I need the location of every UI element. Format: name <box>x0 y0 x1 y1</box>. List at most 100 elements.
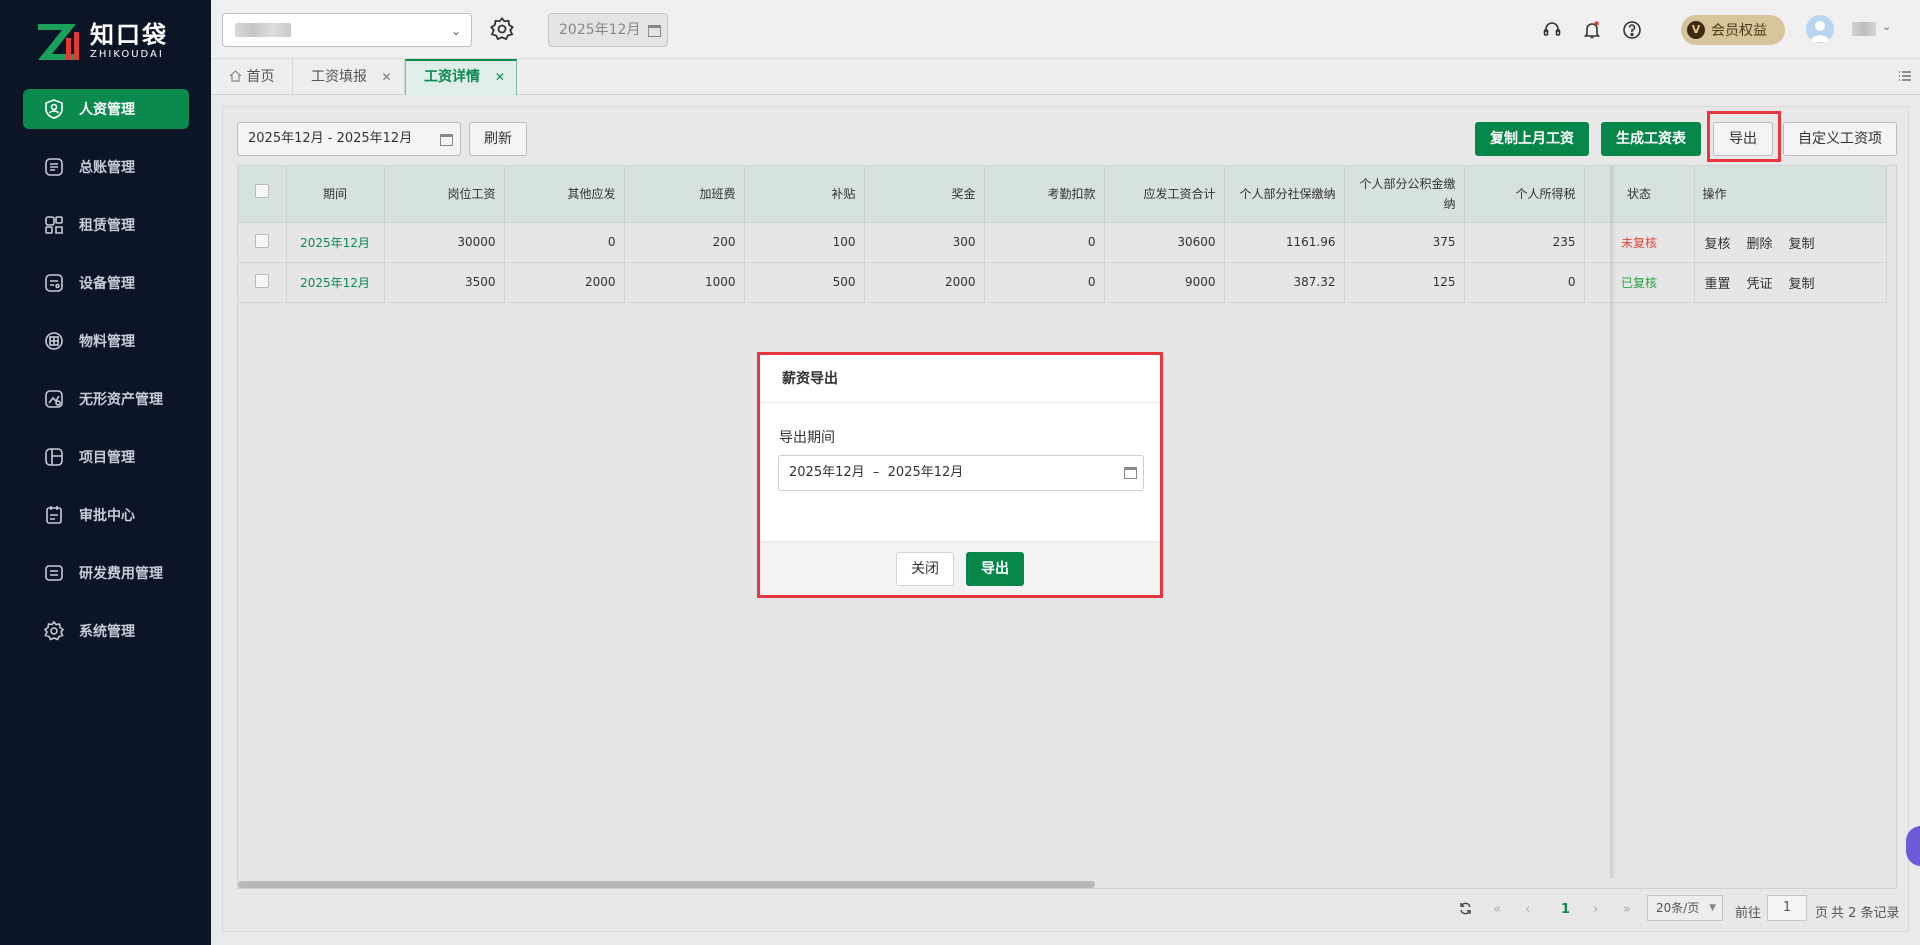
sidebar-item-project[interactable]: 项目管理 <box>23 437 189 477</box>
lease-icon <box>43 214 65 236</box>
sidebar-item-material[interactable]: 物料管理 <box>23 321 189 361</box>
column-header[interactable]: 应发工资合计 <box>1104 166 1225 223</box>
page-unit-label: 页 <box>1815 906 1829 921</box>
headset-icon[interactable] <box>1541 19 1563 41</box>
chevron-down-icon[interactable]: ⌄ <box>1882 20 1891 33</box>
bell-icon[interactable] <box>1581 19 1603 41</box>
tab-payroll-entry[interactable]: 工资填报 ✕ <box>293 59 405 95</box>
column-header[interactable]: 期间 <box>286 166 385 223</box>
list-menu-icon[interactable] <box>1898 69 1912 83</box>
first-page-icon[interactable]: « <box>1493 902 1501 917</box>
period-picker[interactable]: 2025年12月 <box>548 13 668 47</box>
device-icon <box>43 272 65 294</box>
column-header[interactable]: 其他应发 <box>504 166 625 223</box>
gross-total-cell: 30600 <box>1104 222 1225 263</box>
subsidy-cell: 100 <box>744 222 865 263</box>
copy-link[interactable]: 复制 <box>1789 237 1815 252</box>
sidebar-item-intangible[interactable]: 无形资产管理 <box>23 379 189 419</box>
sidebar-item-ledger[interactable]: 总账管理 <box>23 147 189 187</box>
column-header[interactable]: 状态 <box>1584 166 1695 223</box>
horizontal-scrollbar[interactable] <box>238 881 1095 888</box>
select-all-checkbox[interactable] <box>238 166 287 223</box>
export-period-input[interactable]: 2025年12月 – 2025年12月 <box>778 455 1144 491</box>
caret-down-icon: ▼ <box>1709 903 1716 913</box>
help-icon[interactable] <box>1621 19 1643 41</box>
settings-icon <box>43 620 65 642</box>
refresh-icon[interactable] <box>1459 902 1472 919</box>
copy-link[interactable]: 复制 <box>1789 277 1815 292</box>
sidebar-item-hr[interactable]: 人资管理 <box>23 89 189 129</box>
column-header[interactable]: 个人部分社保缴纳 <box>1224 166 1345 223</box>
confirm-export-button[interactable]: 导出 <box>966 552 1024 586</box>
column-header[interactable]: 个人所得税 <box>1464 166 1585 223</box>
approval-icon <box>43 504 65 526</box>
copy-last-month-button[interactable]: 复制上月工资 <box>1475 122 1589 156</box>
sidebar-item-device[interactable]: 设备管理 <box>23 263 189 303</box>
period-value: 2025年12月 <box>559 22 641 38</box>
sidebar-item-system[interactable]: 系统管理 <box>23 611 189 651</box>
table-header-row: 期间 岗位工资 其他应发 加班费 补贴 奖金 考勤扣款 应发工资合计 个人部分社… <box>238 166 1887 223</box>
sidebar-item-approval[interactable]: 审批中心 <box>23 495 189 535</box>
generate-payroll-button[interactable]: 生成工资表 <box>1601 122 1701 156</box>
column-header[interactable]: 个人部分公积金缴纳 <box>1344 166 1465 223</box>
calendar-icon <box>1124 467 1137 479</box>
date-range-input[interactable]: 2025年12月 - 2025年12月 <box>237 122 461 156</box>
column-header[interactable]: 奖金 <box>864 166 985 223</box>
column-header[interactable]: 岗位工资 <box>384 166 505 223</box>
prev-page-icon[interactable]: ‹ <box>1525 902 1530 917</box>
status-badge: 已复核 <box>1584 262 1695 303</box>
custom-items-button[interactable]: 自定义工资项 <box>1783 122 1897 156</box>
calendar-icon <box>440 134 453 146</box>
voucher-link[interactable]: 凭证 <box>1747 277 1773 292</box>
tab-label: 工资填报 <box>311 69 367 85</box>
sidebar-item-rd-expense[interactable]: 研发费用管理 <box>23 553 189 593</box>
user-name-redacted <box>1852 22 1876 36</box>
member-benefits-button[interactable]: V 会员权益 <box>1681 15 1785 45</box>
sidebar-item-label: 系统管理 <box>79 624 135 640</box>
goto-page-input[interactable]: 1 <box>1767 895 1807 921</box>
material-icon <box>43 330 65 352</box>
company-select[interactable]: ⌄ <box>222 13 472 47</box>
close-button[interactable]: 关闭 <box>896 552 954 586</box>
housing-fund-cell: 375 <box>1344 222 1465 263</box>
overtime-cell: 1000 <box>624 262 745 303</box>
rd-expense-icon <box>43 562 65 584</box>
export-period-label: 导出期间 <box>779 430 835 446</box>
dialog-footer: 关闭 导出 <box>760 541 1160 595</box>
next-page-icon[interactable]: › <box>1593 902 1598 917</box>
total-records: 共 2 条记录 <box>1831 906 1900 921</box>
row-checkbox[interactable] <box>238 222 287 263</box>
delete-link[interactable]: 删除 <box>1747 237 1773 252</box>
sidebar-item-lease[interactable]: 租赁管理 <box>23 205 189 245</box>
period-cell[interactable]: 2025年12月 <box>286 262 385 303</box>
attendance-deduction-cell: 0 <box>984 262 1105 303</box>
column-header[interactable]: 补贴 <box>744 166 865 223</box>
period-cell[interactable]: 2025年12月 <box>286 222 385 263</box>
close-icon[interactable]: ✕ <box>495 70 505 84</box>
row-checkbox[interactable] <box>238 262 287 303</box>
chat-widget-icon[interactable] <box>1906 826 1920 866</box>
sidebar-item-label: 无形资产管理 <box>79 392 163 408</box>
last-page-icon[interactable]: » <box>1623 902 1631 917</box>
page-size-select[interactable]: 20条/页 ▼ <box>1647 895 1723 921</box>
avatar[interactable] <box>1806 15 1834 43</box>
tab-payroll-detail[interactable]: 工资详情 ✕ <box>405 59 517 95</box>
attendance-deduction-cell: 0 <box>984 222 1105 263</box>
logo-mark-icon <box>36 20 84 64</box>
tab-home[interactable]: 首页 <box>211 59 293 95</box>
close-icon[interactable]: ✕ <box>381 70 391 84</box>
bonus-cell: 300 <box>864 222 985 263</box>
reset-link[interactable]: 重置 <box>1705 277 1731 292</box>
refresh-button[interactable]: 刷新 <box>469 122 527 156</box>
social-security-cell: 1161.96 <box>1224 222 1345 263</box>
column-header[interactable]: 考勤扣款 <box>984 166 1105 223</box>
gear-icon[interactable] <box>489 16 515 42</box>
date-range-value: 2025年12月 - 2025年12月 <box>248 131 413 146</box>
current-page[interactable]: 1 <box>1561 902 1570 917</box>
review-link[interactable]: 复核 <box>1705 237 1731 252</box>
fixed-column-shadow <box>1610 166 1616 878</box>
logo-title: 知口袋 <box>90 21 168 49</box>
sidebar-item-label: 物料管理 <box>79 334 135 350</box>
other-cell: 0 <box>504 222 625 263</box>
column-header[interactable]: 加班费 <box>624 166 745 223</box>
